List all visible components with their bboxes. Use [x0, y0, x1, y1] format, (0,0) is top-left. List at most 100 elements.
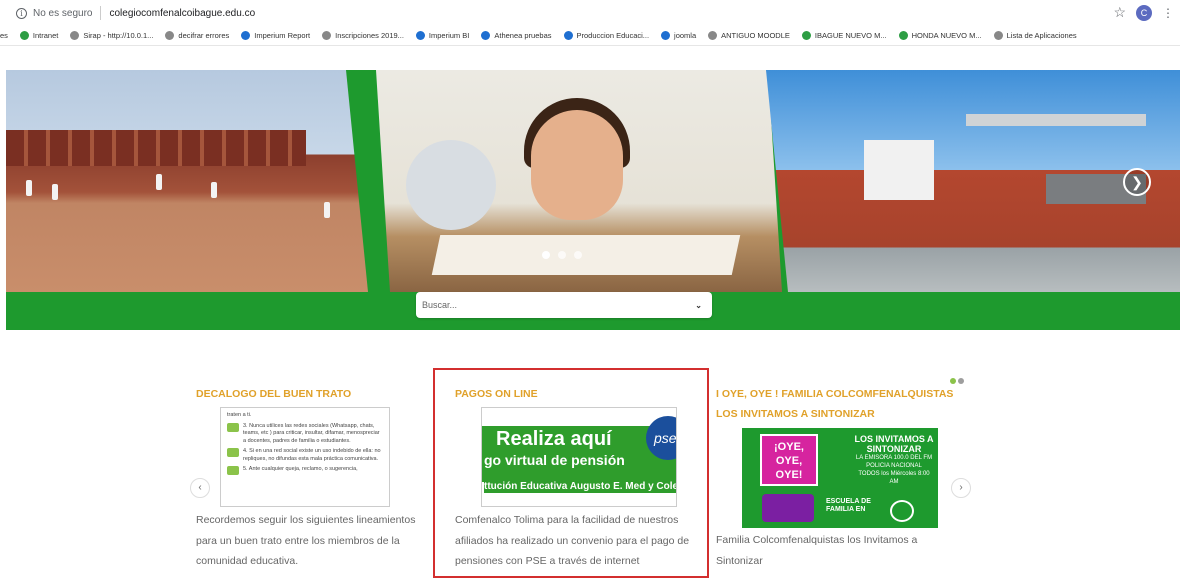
book: [431, 235, 741, 275]
boy-figure: [406, 140, 496, 230]
pager-dot[interactable]: [950, 378, 956, 384]
girl-face: [531, 110, 623, 220]
bookmark-label: decifrar errores: [178, 31, 230, 40]
bookmark-item[interactable]: ANTIGUO MOODLE: [708, 31, 790, 40]
student-figure: [324, 202, 330, 218]
oye-thumbnail[interactable]: ¡OYE, OYE, OYE! LOS INVITAMOS A SINTONIZ…: [742, 428, 938, 528]
chevron-right-icon[interactable]: ❯: [1123, 168, 1151, 196]
bookmark-label: Inscripciones 2019...: [335, 31, 404, 40]
bookmark-item[interactable]: Produccion Educaci...: [563, 31, 650, 40]
bookmark-item[interactable]: es: [0, 31, 8, 40]
bookmark-icon: [415, 31, 425, 40]
badge-icon: [890, 500, 914, 522]
thumb-escuela: ESCUELA DE FAMILIA EN: [826, 498, 871, 513]
card-pager-dots: [950, 378, 964, 384]
bookmark-icon: [898, 31, 908, 40]
site-info[interactable]: i No es seguro: [16, 7, 93, 19]
thumb-text: 3. Nunca utilices las redes sociales (Wh…: [243, 422, 380, 444]
bookmark-item[interactable]: Inscripciones 2019...: [322, 31, 404, 40]
decalogo-thumbnail[interactable]: traten a ti. 3. Nunca utilices las redes…: [220, 407, 390, 507]
profile-avatar[interactable]: C: [1136, 4, 1152, 21]
bookmark-icon: [563, 31, 573, 40]
bookmark-item[interactable]: Athenea pruebas: [481, 31, 552, 40]
bookmark-icon: [993, 31, 1003, 40]
card-title-decalogo[interactable]: DECALOGO DEL BUEN TRATO: [196, 384, 351, 404]
bookmark-label: Imperium Report: [254, 31, 311, 40]
slider-dot[interactable]: [542, 251, 550, 259]
slider-dots: [542, 251, 582, 259]
pager-dot[interactable]: [958, 378, 964, 384]
hero-photo-schoolyard: [6, 70, 368, 292]
student-figure: [26, 180, 32, 196]
bookmark-label: ANTIGUO MOODLE: [721, 31, 790, 40]
bookmark-item[interactable]: IBAGUE NUEVO M...: [801, 31, 887, 40]
thumb-row: 3. Nunca utilices las redes sociales (Wh…: [227, 422, 383, 446]
star-icon[interactable]: ☆: [1113, 4, 1126, 21]
highlight-frame: [433, 368, 709, 578]
thumb-head: LOS INVITAMOS A SINTONIZAR: [854, 434, 934, 454]
thumb-text: 5. Ante cualquier queja, reclamo, o suge…: [243, 466, 358, 472]
card-title-oye[interactable]: I OYE, OYE ! FAMILIA COLCOMFENALQUISTAS …: [716, 384, 966, 424]
bookmark-item[interactable]: Sirap - http://10.0.1...: [70, 31, 153, 40]
more-vert-icon[interactable]: ⋮: [1162, 6, 1174, 20]
bookmark-item[interactable]: joomla: [661, 31, 696, 40]
thumb-row: traten a ti.: [227, 412, 383, 420]
search-select[interactable]: Buscar... ⌄: [416, 292, 712, 318]
bullet-icon: [227, 448, 239, 457]
bookmark-item[interactable]: decifrar errores: [165, 31, 229, 40]
bookmark-item[interactable]: Imperium Report: [241, 31, 310, 40]
card-text-decalogo: Recordemos seguir los siguientes lineami…: [196, 514, 416, 567]
security-label: No es seguro: [33, 7, 93, 19]
bookmark-item[interactable]: HONDA NUEVO M...: [898, 31, 982, 40]
bookmark-icon: [801, 31, 811, 40]
bookmark-label: IBAGUE NUEVO M...: [814, 31, 887, 40]
address-bar: i No es seguro colegiocomfenalcoibague.e…: [0, 0, 1180, 26]
bookmark-item[interactable]: Imperium BI: [415, 31, 470, 40]
school-building: [6, 130, 306, 166]
hero-slider: ❯: [6, 70, 1180, 292]
thumb-row: 4. Si en una red social existe un uso in…: [227, 448, 383, 463]
bullet-icon: [227, 466, 239, 475]
bookmark-item[interactable]: Intranet: [19, 31, 58, 40]
bookmark-label: joomla: [674, 31, 697, 40]
slider-dot[interactable]: [558, 251, 566, 259]
info-icon: i: [16, 7, 27, 19]
bookmark-icon: [19, 31, 29, 40]
thumb-info: LOS INVITAMOS A SINTONIZAR LA EMISORA 10…: [854, 434, 934, 486]
url-text[interactable]: colegiocomfenalcoibague.edu.co: [109, 8, 255, 19]
thumb-text: 4. Si en una red social existe un uso in…: [243, 448, 381, 462]
student-figure: [52, 184, 58, 200]
thumb-sub2: TODOS los Miércoles 8:00 AM: [858, 471, 930, 485]
bookmark-label: Sirap - http://10.0.1...: [83, 31, 154, 40]
bookmarks-bar: es Intranet Sirap - http://10.0.1... dec…: [0, 26, 1180, 46]
student-figure: [211, 182, 217, 198]
divider: [100, 6, 102, 20]
bookmark-label: es: [0, 31, 8, 40]
bookmark-icon: [322, 31, 332, 40]
card-text-oye: Familia Colcomfenalquistas los Invitamos…: [716, 534, 918, 567]
bookmark-icon: [165, 31, 175, 40]
chevron-right-icon[interactable]: ›: [951, 478, 971, 498]
student-figure: [156, 174, 162, 190]
thumb-sub: LA EMISORA 100.0 DEL FM POLICIA NACIONAL: [855, 455, 933, 469]
bookmark-icon: [481, 31, 491, 40]
bookmark-label: Imperium BI: [428, 31, 470, 40]
bookmark-label: HONDA NUEVO M...: [911, 31, 982, 40]
slider-dot[interactable]: [574, 251, 582, 259]
bookmark-icon: [661, 31, 671, 40]
bookmark-icon: [241, 31, 251, 40]
bookmark-item[interactable]: Lista de Aplicaciones: [993, 31, 1077, 40]
bookmark-icon: [70, 31, 80, 40]
bookmark-label: Produccion Educaci...: [576, 31, 650, 40]
bookmark-label: Athenea pruebas: [494, 31, 552, 40]
search-placeholder: Buscar...: [422, 300, 458, 310]
roof: [966, 114, 1146, 126]
thumb-speech-bubble: ¡OYE, OYE, OYE!: [760, 434, 818, 486]
hero-photo-building: [766, 70, 1180, 292]
chevron-down-icon: ⌄: [695, 300, 702, 310]
thumb-text: traten a ti.: [227, 412, 252, 418]
bullet-icon: [227, 422, 239, 432]
chevron-left-icon[interactable]: ‹: [190, 478, 210, 498]
bookmark-icon: [708, 31, 718, 40]
bookmark-label: Lista de Aplicaciones: [1006, 31, 1077, 40]
